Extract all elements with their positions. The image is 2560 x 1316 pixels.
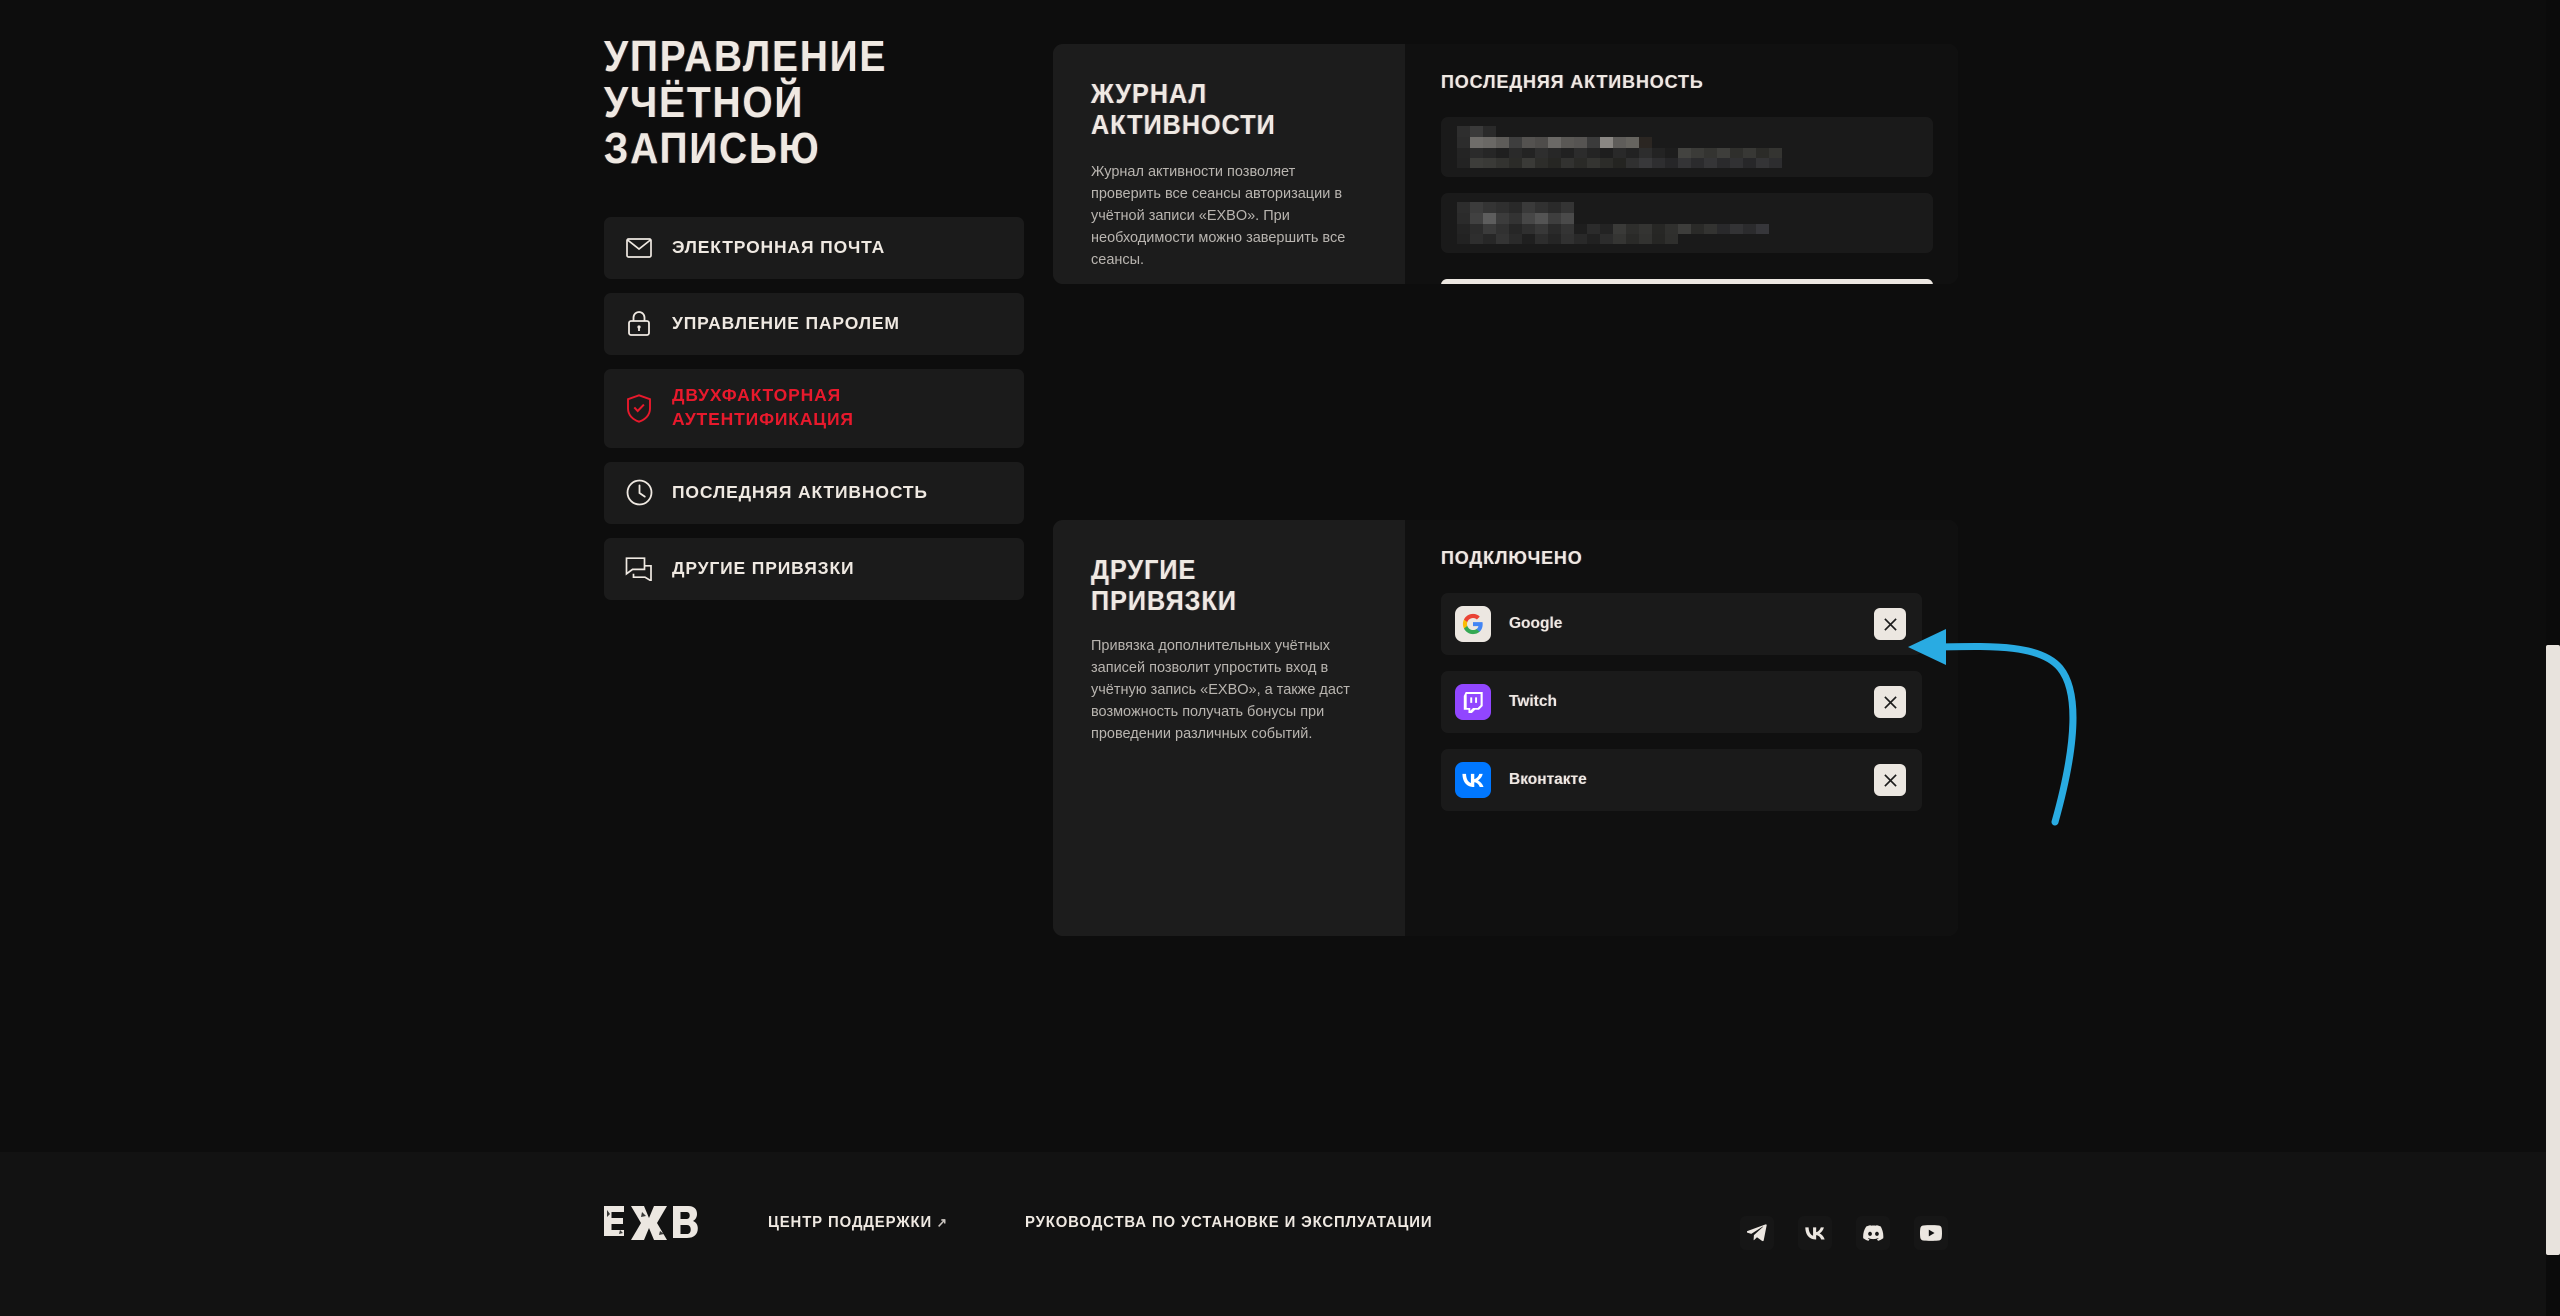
links-card-panel: ПОДКЛЮЧЕНО Google Twitch Вконтакте — [1405, 520, 1958, 936]
sidebar-item-other-links[interactable]: ДРУГИЕ ПРИВЯЗКИ — [604, 537, 1024, 600]
service-row-vkontakte: Вконтакте — [1441, 749, 1922, 811]
activity-entry-list — [1441, 117, 1933, 253]
journal-card-heading: ЖУРНАЛ АКТИВНОСТИ — [1091, 78, 1276, 141]
footer-link-manuals[interactable]: РУКОВОДСТВА ПО УСТАНОВКЕ И ЭКСПЛУАТАЦИИ — [1025, 1214, 1432, 1232]
journal-card-info: ЖУРНАЛ АКТИВНОСТИ Журнал активности позв… — [1053, 44, 1405, 284]
remove-google-link-button[interactable] — [1874, 608, 1906, 640]
sidebar-item-email[interactable]: ЭЛЕКТРОННАЯ ПОЧТА — [604, 216, 1024, 279]
links-card-info: ДРУГИЕ ПРИВЯЗКИ Привязка дополнительных … — [1053, 520, 1405, 936]
settings-nav: ЭЛЕКТРОННАЯ ПОЧТА УПРАВЛЕНИЕ ПАРОЛЕМ ДВУ… — [604, 216, 1024, 600]
page-scrollbar-track[interactable] — [2546, 0, 2560, 1316]
footer-social-links — [1740, 1216, 1948, 1250]
activity-entry-row[interactable] — [1441, 193, 1933, 253]
discord-icon[interactable] — [1856, 1216, 1890, 1250]
telegram-icon[interactable] — [1740, 1216, 1774, 1250]
left-column: УПРАВЛЕНИЕ УЧЁТНОЙ ЗАПИСЬЮ ЭЛЕКТРОННАЯ П… — [604, 32, 1024, 600]
external-link-icon: ↗ — [936, 1215, 948, 1230]
chat-bubbles-icon — [624, 554, 654, 584]
footer-link-support-center[interactable]: ЦЕНТР ПОДДЕРЖКИ ↗ — [768, 1214, 948, 1232]
close-icon — [1883, 617, 1897, 631]
google-icon — [1455, 606, 1491, 642]
page-title: УПРАВЛЕНИЕ УЧЁТНОЙ ЗАПИСЬЮ — [604, 32, 888, 174]
sidebar-item-label: УПРАВЛЕНИЕ ПАРОЛЕМ — [672, 312, 900, 333]
service-name: Google — [1509, 615, 1563, 632]
clock-icon — [624, 478, 654, 508]
page-scrollbar-thumb[interactable] — [2546, 645, 2560, 1255]
links-card-heading: ДРУГИЕ ПРИВЯЗКИ — [1091, 554, 1237, 617]
sidebar-item-label: ДВУХФАКТОРНАЯ АУТЕНТИФИКАЦИЯ — [672, 385, 854, 430]
connected-services-list: Google Twitch Вконтакте — [1441, 593, 1922, 811]
sidebar-item-two-factor[interactable]: ДВУХФАКТОРНАЯ АУТЕНТИФИКАЦИЯ — [604, 368, 1024, 448]
remove-vkontakte-link-button[interactable] — [1874, 764, 1906, 796]
other-links-card: ДРУГИЕ ПРИВЯЗКИ Привязка дополнительных … — [1053, 520, 1958, 936]
shield-check-icon — [624, 393, 654, 423]
links-card-description: Привязка дополнительных учётных записей … — [1091, 637, 1350, 742]
footer-link-label: РУКОВОДСТВА ПО УСТАНОВКЕ И ЭКСПЛУАТАЦИИ — [1025, 1214, 1433, 1231]
service-row-google: Google — [1441, 593, 1922, 655]
remove-twitch-link-button[interactable] — [1874, 686, 1906, 718]
censored-content-blur — [1457, 202, 1769, 244]
close-icon — [1883, 695, 1897, 709]
twitch-icon — [1455, 684, 1491, 720]
censored-content-blur — [1457, 126, 1782, 168]
journal-card-panel: ПОСЛЕДНЯЯ АКТИВНОСТЬ — [1405, 44, 1958, 284]
service-row-twitch: Twitch — [1441, 671, 1922, 733]
open-journal-button[interactable]: ОТКРЫТЬ ЖУРНАЛ — [1441, 279, 1933, 284]
sidebar-item-label: ДРУГИЕ ПРИВЯЗКИ — [672, 557, 855, 578]
envelope-icon — [624, 233, 654, 263]
footer-link-label: ЦЕНТР ПОДДЕРЖКИ — [768, 1214, 933, 1231]
connected-panel-title: ПОДКЛЮЧЕНО — [1441, 548, 1583, 568]
sidebar-item-label: ПОСЛЕДНЯЯ АКТИВНОСТЬ — [672, 481, 928, 502]
vk-icon — [1455, 762, 1491, 798]
activity-journal-card: ЖУРНАЛ АКТИВНОСТИ Журнал активности позв… — [1053, 44, 1958, 284]
journal-card-description: Журнал активности позволяет проверить вс… — [1091, 163, 1346, 268]
lock-icon — [624, 309, 654, 339]
sidebar-item-label: ЭЛЕКТРОННАЯ ПОЧТА — [672, 236, 886, 257]
exbo-logo[interactable] — [604, 1204, 704, 1242]
sidebar-item-last-activity[interactable]: ПОСЛЕДНЯЯ АКТИВНОСТЬ — [604, 461, 1024, 524]
close-icon — [1883, 773, 1897, 787]
sidebar-item-password[interactable]: УПРАВЛЕНИЕ ПАРОЛЕМ — [604, 292, 1024, 355]
main-content: УПРАВЛЕНИЕ УЧЁТНОЙ ЗАПИСЬЮ ЭЛЕКТРОННАЯ П… — [0, 0, 2560, 1152]
service-name: Twitch — [1509, 693, 1557, 710]
youtube-icon[interactable] — [1914, 1216, 1948, 1250]
service-name: Вконтакте — [1509, 771, 1587, 788]
vk-icon[interactable] — [1798, 1216, 1832, 1250]
activity-entry-row[interactable] — [1441, 117, 1933, 177]
account-management-page: УПРАВЛЕНИЕ УЧЁТНОЙ ЗАПИСЬЮ ЭЛЕКТРОННАЯ П… — [0, 0, 2560, 1316]
last-activity-panel-title: ПОСЛЕДНЯЯ АКТИВНОСТЬ — [1441, 72, 1704, 92]
page-footer: ЦЕНТР ПОДДЕРЖКИ ↗ РУКОВОДСТВА ПО УСТАНОВ… — [0, 1152, 2560, 1316]
